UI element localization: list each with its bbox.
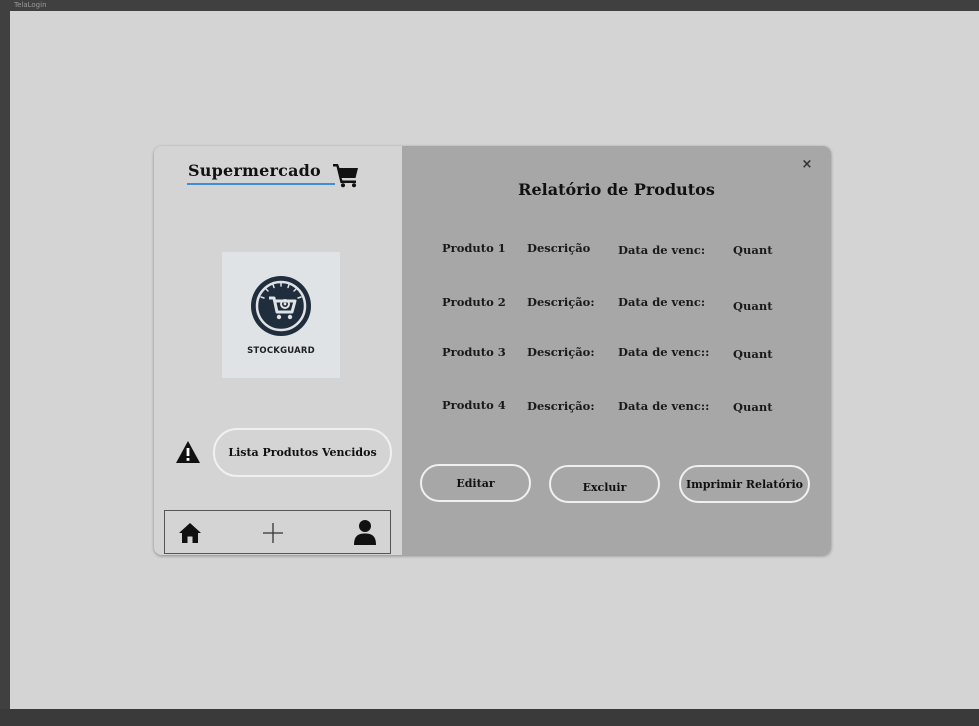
logo-text: STOCKGUARD <box>247 346 315 356</box>
print-report-button[interactable]: Imprimir Relatório <box>679 465 810 503</box>
warning-icon <box>176 441 200 463</box>
product-description: Descrição: <box>527 295 595 309</box>
product-name: Produto 4 <box>442 398 506 412</box>
product-name: Produto 3 <box>442 345 506 359</box>
product-quantity: Quant <box>733 347 773 361</box>
product-name: Produto 1 <box>442 241 506 255</box>
report-title: Relatório de Produtos <box>518 180 715 199</box>
window-frame-bottom <box>0 709 979 726</box>
edit-button[interactable]: Editar <box>420 464 531 502</box>
home-icon[interactable] <box>179 522 201 544</box>
close-icon[interactable]: × <box>798 156 816 174</box>
product-name: Produto 2 <box>442 295 506 309</box>
product-expiry: Data de venc: <box>618 243 706 257</box>
expired-products-button[interactable]: Lista Produtos Vencidos <box>213 428 392 477</box>
logo-emblem-icon <box>251 276 311 336</box>
window-titlebar: TelaLogin <box>0 0 979 11</box>
stockguard-logo: STOCKGUARD <box>222 252 340 378</box>
window-title: TelaLogin <box>14 1 47 9</box>
window-frame-left <box>0 11 10 726</box>
user-icon[interactable] <box>353 519 377 545</box>
brand-title: Supermercado <box>188 161 321 180</box>
product-quantity: Quant <box>733 243 773 257</box>
plus-icon[interactable] <box>261 521 285 545</box>
product-description: Descrição <box>527 241 591 255</box>
product-expiry: Data de venc: <box>618 295 706 309</box>
sidebar-panel: Supermercado STOCKGUARD Lista Produtos V… <box>154 146 402 555</box>
cart-icon <box>333 164 358 188</box>
product-quantity: Quant <box>733 400 773 414</box>
report-card: Supermercado STOCKGUARD Lista Produtos V… <box>154 146 831 555</box>
product-quantity: Quant <box>733 299 773 313</box>
product-description: Descrição: <box>527 399 595 413</box>
product-expiry: Data de venc:: <box>618 399 710 413</box>
product-description: Descrição: <box>527 345 595 359</box>
bottom-nav <box>164 510 391 554</box>
delete-button[interactable]: Excluir <box>549 465 660 503</box>
product-expiry: Data de venc:: <box>618 345 710 359</box>
report-panel: × Relatório de Produtos Produto 1 Descri… <box>402 146 831 555</box>
brand-underline <box>187 183 335 185</box>
